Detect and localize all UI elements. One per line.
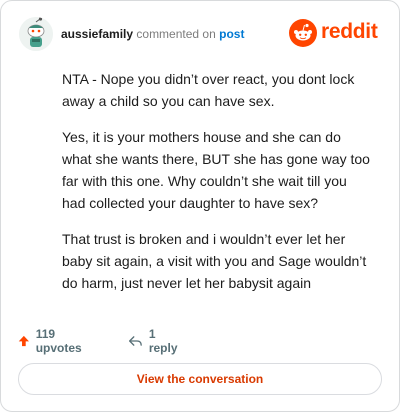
reply-count: 1 reply <box>148 327 178 355</box>
reply-arrow-icon <box>128 336 142 346</box>
upvote-count: 119 upvotes <box>35 327 82 355</box>
user-avatar[interactable] <box>19 17 53 51</box>
view-conversation-button[interactable]: View the conversation <box>18 363 382 395</box>
reddit-brand[interactable]: reddit <box>289 19 385 47</box>
comment-paragraph: Yes, it is your mothers house and she ca… <box>62 129 370 211</box>
snoo-avatar-icon <box>19 17 53 51</box>
upvote-stat[interactable]: 119 upvotes <box>18 327 86 355</box>
comment-paragraph: That trust is broken and i wouldn’t ever… <box>62 231 367 291</box>
commented-on-text: commented on <box>136 27 216 41</box>
username-link[interactable]: aussiefamily <box>61 27 133 41</box>
comment-header: aussiefamily commented on post reddit <box>19 17 385 53</box>
comment-meta: aussiefamily commented on post <box>61 26 244 42</box>
reddit-logo-icon <box>289 19 317 47</box>
comment-card: aussiefamily commented on post reddit NT… <box>0 0 400 412</box>
comment-body: NTA - Nope you didn’t over react, you do… <box>62 68 374 308</box>
reply-stat[interactable]: 1 reply <box>128 327 181 355</box>
reddit-wordmark: reddit <box>321 20 378 43</box>
post-link[interactable]: post <box>219 27 244 41</box>
upvote-arrow-icon[interactable] <box>18 333 30 349</box>
comment-paragraph: NTA - Nope you didn’t over react, you do… <box>62 71 355 109</box>
